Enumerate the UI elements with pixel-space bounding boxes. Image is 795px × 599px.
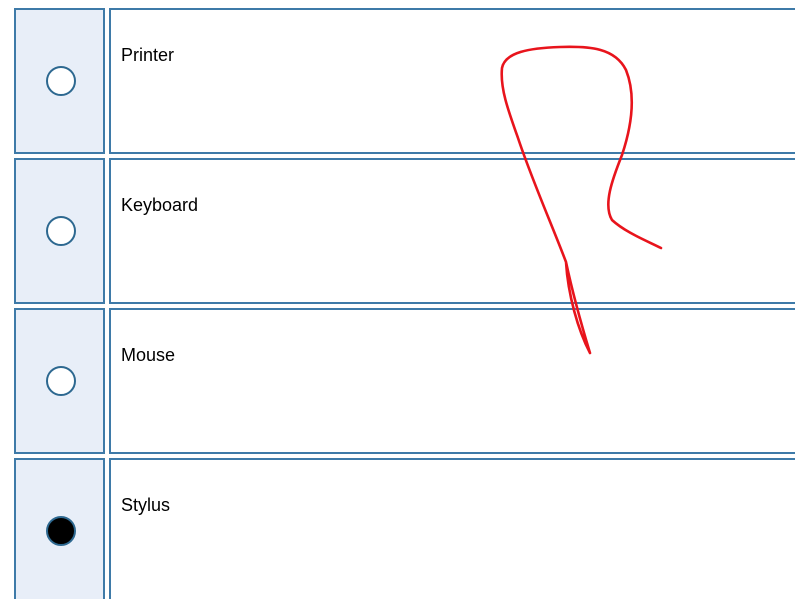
- label-cell[interactable]: Printer: [109, 8, 795, 154]
- radio-cell[interactable]: [14, 308, 105, 454]
- option-row-printer[interactable]: Printer: [14, 8, 795, 154]
- radio-cell[interactable]: [14, 8, 105, 154]
- option-row-keyboard[interactable]: Keyboard: [14, 158, 795, 304]
- radio-cell[interactable]: [14, 458, 105, 599]
- option-row-mouse[interactable]: Mouse: [14, 308, 795, 454]
- option-label-stylus: Stylus: [121, 495, 171, 515]
- option-label-printer: Printer: [121, 45, 175, 65]
- radio-button-mouse[interactable]: [46, 366, 76, 396]
- option-label-keyboard: Keyboard: [121, 195, 199, 215]
- label-cell[interactable]: Stylus: [109, 458, 795, 599]
- radio-button-keyboard[interactable]: [46, 216, 76, 246]
- radio-button-stylus[interactable]: [46, 516, 76, 546]
- label-cell[interactable]: Keyboard: [109, 158, 795, 304]
- choice-list: Printer Keyboard Mouse Stylus: [0, 0, 795, 599]
- option-label-mouse: Mouse: [121, 345, 176, 365]
- label-cell[interactable]: Mouse: [109, 308, 795, 454]
- option-row-stylus[interactable]: Stylus: [14, 458, 795, 599]
- radio-button-printer[interactable]: [46, 66, 76, 96]
- radio-cell[interactable]: [14, 158, 105, 304]
